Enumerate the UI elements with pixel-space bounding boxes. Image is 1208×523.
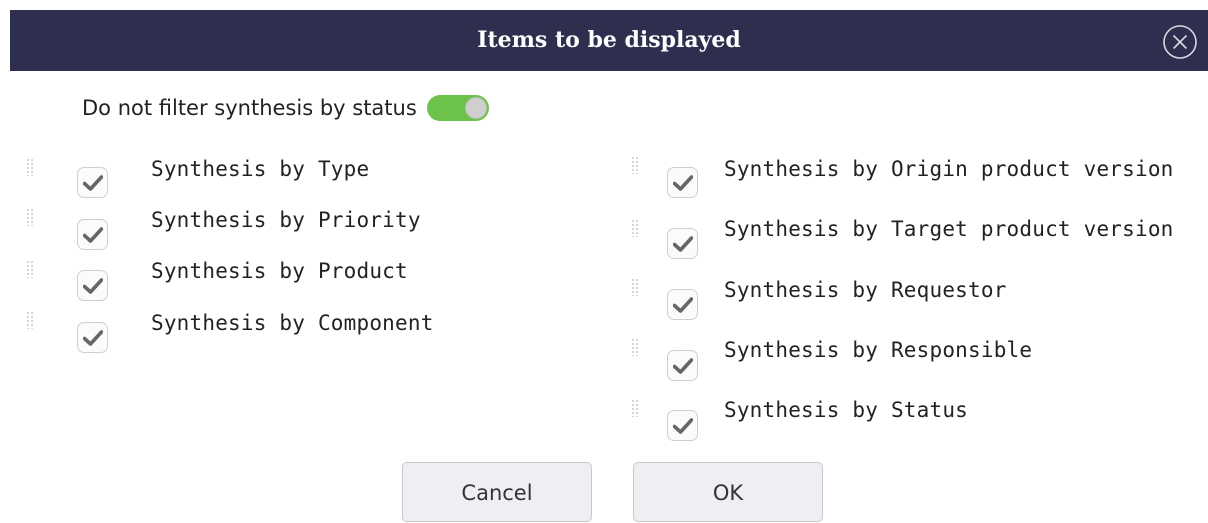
status-filter-label: Do not filter synthesis by status (82, 96, 417, 120)
item-label: Synthesis by Type (151, 157, 370, 181)
drag-handle-icon[interactable] (631, 278, 641, 296)
checkbox-responsible-checked[interactable] (667, 350, 698, 381)
checkbox-priority-checked[interactable] (77, 219, 108, 250)
drag-handle-icon[interactable] (26, 311, 36, 329)
cancel-button[interactable]: Cancel (402, 462, 592, 522)
item-label: Synthesis by Priority (151, 208, 421, 232)
drag-handle-icon[interactable] (631, 338, 641, 356)
checkbox-origin-version-checked[interactable] (667, 167, 698, 198)
drag-handle-icon[interactable] (631, 219, 641, 237)
item-label: Synthesis by Target product version (724, 217, 1174, 241)
drag-handle-icon[interactable] (631, 399, 641, 417)
drag-handle-icon[interactable] (26, 208, 36, 226)
checkbox-target-version-checked[interactable] (667, 228, 698, 259)
close-icon[interactable] (1162, 24, 1198, 60)
item-label: Synthesis by Requestor (724, 278, 1007, 302)
item-label: Synthesis by Component (151, 311, 434, 335)
status-filter-toggle[interactable] (426, 95, 489, 121)
item-label: Synthesis by Status (724, 398, 969, 422)
checkbox-type-checked[interactable] (77, 167, 108, 198)
toggle-knob (464, 97, 487, 119)
checkbox-product-checked[interactable] (77, 270, 108, 301)
drag-handle-icon[interactable] (631, 156, 641, 174)
item-label: Synthesis by Origin product version (724, 157, 1174, 181)
ok-button[interactable]: OK (633, 462, 823, 522)
drag-handle-icon[interactable] (26, 260, 36, 278)
status-filter-row: Do not filter synthesis by status (82, 92, 489, 124)
item-label: Synthesis by Product (151, 259, 408, 283)
dialog-header: Items to be displayed (10, 10, 1208, 71)
checkbox-requestor-checked[interactable] (667, 289, 698, 320)
checkbox-component-checked[interactable] (77, 322, 108, 353)
checkbox-status-checked[interactable] (667, 410, 698, 441)
item-label: Synthesis by Responsible (724, 338, 1033, 362)
drag-handle-icon[interactable] (26, 158, 36, 176)
dialog-title: Items to be displayed (477, 27, 741, 53)
